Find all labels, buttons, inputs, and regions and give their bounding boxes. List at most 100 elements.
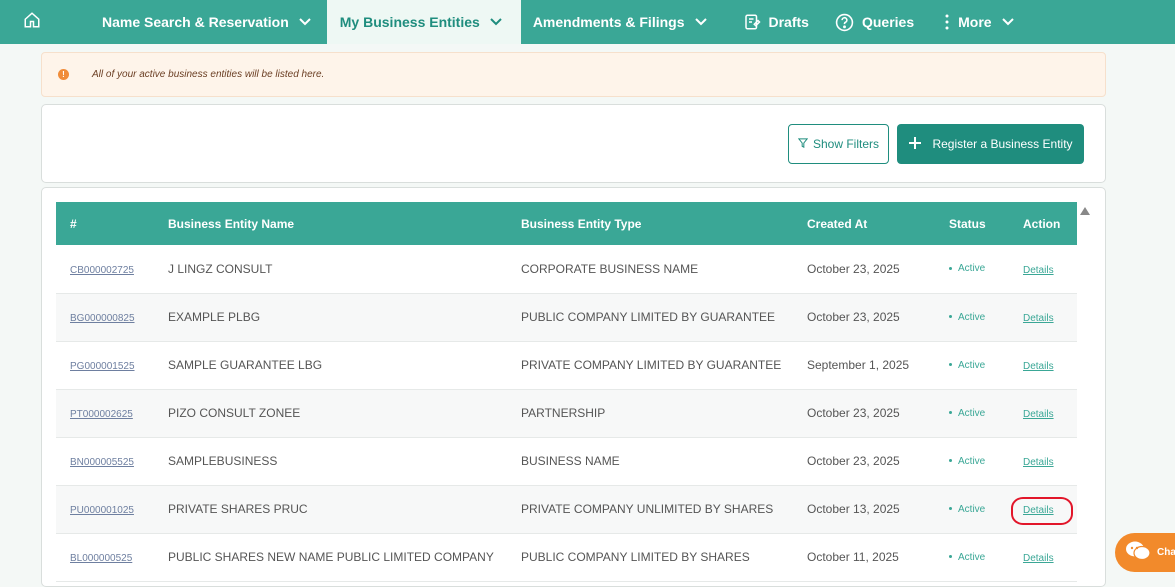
status-text: Active [958,263,986,275]
show-filters-button[interactable]: Show Filters [788,124,889,164]
chat-widget-button[interactable]: Cha [1115,533,1175,572]
details-link[interactable]: Details [1023,409,1054,420]
entity-id-link[interactable]: CB000002725 [70,265,134,276]
entity-id-link[interactable]: BL000000525 [70,553,132,564]
entity-type: PARTNERSHIP [521,406,606,420]
details-link[interactable]: Details [1023,457,1054,468]
status-dot-icon [949,315,952,319]
more-vertical-icon [944,14,950,30]
entity-name: SAMPLE GUARANTEE LBG [168,358,323,372]
details-link[interactable]: Details [1023,361,1054,372]
entity-type: PUBLIC COMPANY LIMITED BY GUARANTEE [521,310,776,324]
details-link[interactable]: Details [1023,265,1054,276]
entity-created: October 23, 2025 [807,261,900,276]
entity-name: PUBLIC SHARES NEW NAME PUBLIC LIMITED CO… [168,550,494,564]
status-badge: Active [935,437,1009,485]
nav-label: Name Search & Reservation [102,14,289,30]
entity-id-link[interactable]: BG000000825 [70,313,135,324]
col-header-type: Business Entity Type [521,216,642,231]
entities-table: # Business Entity Name Business Entity T… [56,202,1077,582]
entity-id-link[interactable]: BN000005525 [70,457,134,468]
entity-type: CORPORATE BUSINESS NAME [521,261,699,276]
status-dot-icon [949,411,952,415]
status-text: Active [958,503,986,515]
nav-queries[interactable]: Queries [821,0,928,44]
chevron-down-icon [1001,18,1014,26]
info-alert: ! All of your active business entities w… [41,52,1106,97]
drafts-icon [743,13,761,31]
table-row: PT000002625 PIZO CONSULT ZONEE PARTNERSH… [56,389,1077,437]
top-navbar: Name Search & Reservation My Business En… [0,0,1175,44]
alert-text: All of your active business entities wil… [92,69,325,80]
entity-name: PIZO CONSULT ZONEE [168,406,301,420]
entity-created: October 23, 2025 [807,310,900,324]
details-link[interactable]: Details [1023,553,1054,564]
entity-created: October 11, 2025 [807,550,899,564]
entity-name: J LINGZ CONSULT [168,261,273,276]
status-dot-icon [949,363,952,367]
status-text: Active [958,551,986,563]
chat-label: Cha [1157,547,1175,558]
status-badge: Active [935,485,1009,533]
entity-id-link[interactable]: PT000002625 [70,409,133,420]
table-row: CB000002725 J LINGZ CONSULT CORPORATE BU… [56,245,1077,293]
actions-card: Show Filters Register a Business Entity [41,104,1106,183]
plus-icon [908,136,922,153]
table-row: PG000001525 SAMPLE GUARANTEE LBG PRIVATE… [56,341,1077,389]
status-dot-icon [949,267,952,271]
home-icon [23,11,41,34]
status-text: Active [958,311,986,323]
question-circle-icon [835,13,854,32]
table-row: BN000005525 SAMPLEBUSINESS BUSINESS NAME… [56,437,1077,485]
col-header-name: Business Entity Name [168,216,295,231]
nav-my-business-entities[interactable]: My Business Entities [326,0,521,44]
chat-bubbles-icon [1125,540,1151,565]
status-text: Active [958,455,986,467]
entity-id-link[interactable]: PU000001025 [70,505,134,516]
filter-icon [797,137,809,151]
entity-created: September 1, 2025 [807,358,910,372]
col-header-id: # [70,216,77,231]
register-label: Register a Business Entity [932,137,1073,151]
chevron-down-icon [299,18,311,26]
entity-name: EXAMPLE PLBG [168,310,261,324]
entity-created: October 23, 2025 [807,406,900,420]
entity-type: PUBLIC COMPANY LIMITED BY SHARES [521,550,750,564]
nav-label: More [958,14,992,30]
entity-id-link[interactable]: PG000001525 [70,361,135,372]
nav-more[interactable]: More [928,0,1027,44]
show-filters-label: Show Filters [812,137,880,151]
nav-label: Queries [861,14,915,30]
nav-drafts[interactable]: Drafts [723,0,821,44]
status-badge: Active [935,341,1009,389]
entity-created: October 23, 2025 [807,454,900,468]
entity-type: PRIVATE COMPANY LIMITED BY GUARANTEE [521,358,782,372]
nav-amendments-filings[interactable]: Amendments & Filings [521,0,723,44]
table-row: PU000001025 PRIVATE SHARES PRUC PRIVATE … [56,485,1077,533]
entity-name: SAMPLEBUSINESS [168,454,278,468]
entity-type: PRIVATE COMPANY UNLIMITED BY SHARES [521,502,774,516]
entity-name: PRIVATE SHARES PRUC [168,502,308,516]
table-row: BL000000525 PUBLIC SHARES NEW NAME PUBLI… [56,533,1077,581]
nav-name-search[interactable]: Name Search & Reservation [64,0,327,44]
details-link[interactable]: Details [1023,313,1054,324]
status-badge: Active [935,293,1009,341]
scroll-up-arrow-icon[interactable] [1079,205,1091,217]
entity-created: October 13, 2025 [807,502,900,516]
status-text: Active [958,359,986,371]
warning-icon: ! [58,69,69,80]
status-dot-icon [949,555,952,559]
chevron-down-icon [694,18,707,26]
col-header-action: Action [1023,216,1061,231]
nav-label: Drafts [768,14,809,30]
nav-label: Amendments & Filings [532,14,685,30]
status-dot-icon [949,459,952,463]
status-dot-icon [949,507,952,511]
table-row: BG000000825 EXAMPLE PLBG PUBLIC COMPANY … [56,293,1077,341]
details-link-highlighted[interactable]: Details [1023,505,1054,516]
home-button[interactable] [0,0,64,44]
chevron-down-icon [490,18,502,26]
status-badge: Active [935,389,1009,437]
entities-table-card: # Business Entity Name Business Entity T… [41,187,1106,587]
register-business-entity-button[interactable]: Register a Business Entity [897,124,1084,164]
